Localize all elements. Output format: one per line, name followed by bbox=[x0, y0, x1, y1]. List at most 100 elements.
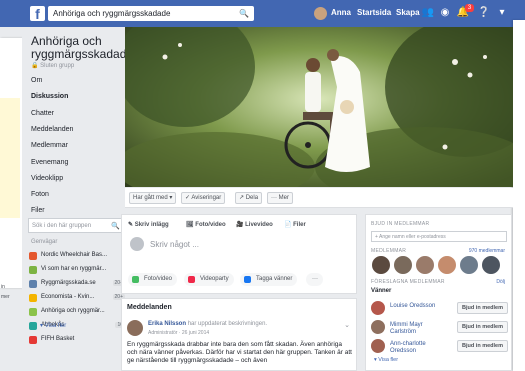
shortcut-item[interactable]: Vi som har en ryggmär... bbox=[29, 265, 125, 276]
joined-button[interactable]: Har gått med ▾ bbox=[129, 192, 177, 204]
post-author-action: har uppdaterat beskrivningen. bbox=[187, 321, 268, 327]
tag-friends-icon bbox=[244, 276, 251, 283]
group-cover-photo[interactable] bbox=[125, 27, 513, 187]
video-party-button-label: Videoparty bbox=[200, 276, 229, 282]
share-button[interactable]: ↗ Dela bbox=[235, 192, 263, 204]
shortcut-label: Economista - Kvin... bbox=[41, 294, 95, 300]
friend-requests-icon[interactable]: 👥 bbox=[421, 6, 435, 20]
create-link[interactable]: Skapa bbox=[396, 8, 420, 17]
group-name[interactable]: Anhöriga och ryggmärgsskadade bbox=[31, 35, 133, 61]
post-author-avatar[interactable] bbox=[127, 320, 143, 336]
menu-item-discussion[interactable]: Diskussion bbox=[31, 93, 68, 100]
member-avatar[interactable] bbox=[393, 255, 413, 275]
shortcut-item[interactable]: FIFH Basket bbox=[29, 335, 125, 346]
shortcut-label: FIFH Basket bbox=[41, 336, 75, 342]
suggested-members-title: FÖRESLAGNA MEDLEMMAR bbox=[371, 279, 445, 285]
menu-item-about[interactable]: Om bbox=[31, 77, 42, 84]
invite-member-button[interactable]: Bjud in medlem bbox=[457, 321, 508, 333]
more-button[interactable]: ··· Mer bbox=[267, 192, 293, 204]
composer-avatar bbox=[130, 237, 144, 251]
menu-item-videos[interactable]: Videoklipp bbox=[31, 175, 63, 182]
shortcut-label: Ryggmärgsskada.se bbox=[41, 280, 96, 286]
help-icon[interactable]: ❔ bbox=[477, 6, 491, 20]
account-menu-chevron-icon[interactable]: ▾ bbox=[495, 6, 509, 20]
invite-member-button[interactable]: Bjud in medlem bbox=[457, 340, 508, 352]
background-window-panel bbox=[0, 98, 20, 218]
friends-see-more-label: Visa fler bbox=[378, 357, 399, 363]
friend-name[interactable]: Louise Oredsson bbox=[390, 303, 440, 310]
notification-badge: 3 bbox=[465, 4, 474, 12]
menu-item-chats[interactable]: Chatter bbox=[31, 110, 54, 117]
composer-input[interactable]: Skriv något ... bbox=[150, 240, 199, 249]
facebook-logo-icon[interactable]: f bbox=[30, 6, 45, 22]
tab-live-video[interactable]: 🎥 Livevideo bbox=[236, 221, 273, 228]
post-author: Erika Nilsson har uppdaterat beskrivning… bbox=[148, 321, 267, 327]
search-text: Anhöriga och ryggmärgsskadade bbox=[53, 9, 171, 18]
shortcut-item[interactable]: Ryggmärgsskada.se 20+ bbox=[29, 279, 125, 290]
home-link[interactable]: Startsida bbox=[357, 8, 391, 17]
shortcut-item[interactable]: Nordic Wheelchair Bas... bbox=[29, 251, 125, 262]
tab-photo-video-label: Foto/video bbox=[195, 222, 226, 228]
friends-see-more-link[interactable]: ▾ Visa fler bbox=[374, 357, 398, 363]
messenger-icon[interactable]: ◉ bbox=[438, 6, 452, 20]
hide-suggestions-link[interactable]: Dölj bbox=[496, 279, 505, 285]
member-avatar[interactable] bbox=[459, 255, 479, 275]
post-composer: ✎ Skriv inlägg 🖼 Foto/video 🎥 Livevideo … bbox=[121, 214, 357, 294]
friends-subtitle: Vänner bbox=[371, 288, 392, 294]
group-icon bbox=[29, 280, 37, 288]
search-icon[interactable]: 🔍 bbox=[239, 6, 249, 21]
composer-more-button[interactable]: ··· bbox=[306, 273, 323, 286]
group-icon bbox=[29, 336, 37, 344]
profile-link[interactable]: Anna bbox=[331, 8, 351, 17]
tab-write-post[interactable]: ✎ Skriv inlägg bbox=[128, 221, 169, 228]
friend-avatar[interactable] bbox=[371, 301, 385, 315]
member-avatar[interactable] bbox=[481, 255, 501, 275]
friend-name[interactable]: Ann-charlotte Oredsson bbox=[390, 341, 440, 355]
menu-item-events[interactable]: Evenemang bbox=[31, 159, 68, 166]
user-avatar[interactable] bbox=[314, 7, 327, 20]
photo-icon bbox=[132, 276, 139, 283]
shortcuts-see-more-link[interactable]: ▾ Visa fler bbox=[40, 322, 66, 329]
post-author-name[interactable]: Erika Nilsson bbox=[148, 321, 186, 327]
suggested-friend-row: Louise Oredsson Bjud in medlem bbox=[371, 300, 508, 318]
tab-live-video-label: Livevideo bbox=[245, 222, 273, 228]
member-avatar[interactable] bbox=[371, 255, 391, 275]
photo-video-button-label: Foto/video bbox=[144, 276, 173, 282]
background-window-left: in mer bbox=[0, 38, 22, 300]
background-window-right bbox=[513, 20, 525, 371]
friend-name[interactable]: Mimmi Mayr Carlström bbox=[390, 322, 440, 336]
post-options-chevron-icon[interactable]: ⌄ bbox=[344, 321, 350, 329]
members-panel: BJUD IN MEDLEMMAR + Ange namn eller e-po… bbox=[365, 214, 512, 371]
add-member-input[interactable]: + Ange namn eller e-postadress bbox=[371, 231, 507, 242]
invite-member-button[interactable]: Bjud in medlem bbox=[457, 302, 508, 314]
member-avatar[interactable] bbox=[415, 255, 435, 275]
menu-item-announcements[interactable]: Meddelanden bbox=[31, 126, 73, 133]
menu-item-files[interactable]: Filer bbox=[31, 207, 45, 214]
friend-avatar[interactable] bbox=[371, 320, 385, 334]
notifications-button[interactable]: ✓ Aviseringar bbox=[181, 192, 226, 204]
group-search-input[interactable]: Sök i den här gruppen 🔍 bbox=[28, 218, 124, 233]
background-window-text: in bbox=[1, 284, 5, 290]
member-avatar[interactable] bbox=[437, 255, 457, 275]
shortcut-item[interactable]: Anhöriga och ryggmär... bbox=[29, 307, 125, 318]
friend-avatar[interactable] bbox=[371, 339, 385, 353]
video-party-button[interactable]: Videoparty bbox=[184, 273, 234, 286]
search-input[interactable]: Anhöriga och ryggmärgsskadade 🔍 bbox=[48, 6, 254, 21]
shortcut-item[interactable]: Economista - Kvin... 20+ bbox=[29, 293, 125, 304]
tab-photo-video[interactable]: 🖼 Foto/video bbox=[186, 221, 226, 228]
menu-item-members[interactable]: Medlemmar bbox=[31, 142, 68, 149]
shortcuts-title: Genvägar bbox=[31, 239, 58, 245]
group-privacy: 🔒 Sluten grupp bbox=[31, 63, 75, 69]
members-count-link[interactable]: 970 medlemmar bbox=[469, 248, 505, 254]
background-window-text-2: mer bbox=[1, 294, 10, 300]
shortcuts-see-more-label: Visa fler bbox=[44, 323, 67, 329]
menu-item-photos[interactable]: Foton bbox=[31, 191, 49, 198]
suggested-friend-row: Mimmi Mayr Carlström Bjud in medlem bbox=[371, 319, 508, 337]
tag-friends-button[interactable]: Tagga vänner bbox=[240, 273, 298, 286]
post-text: En ryggmärgsskada drabbar inte bara den … bbox=[127, 341, 352, 364]
search-icon[interactable]: 🔍 bbox=[111, 222, 120, 230]
feed-heading: Meddelanden bbox=[127, 304, 172, 311]
post-meta: Administratör · 26 juni 2014 bbox=[148, 330, 210, 336]
tab-files[interactable]: 📄 Filer bbox=[284, 221, 306, 228]
photo-video-button[interactable]: Foto/video bbox=[128, 273, 178, 286]
